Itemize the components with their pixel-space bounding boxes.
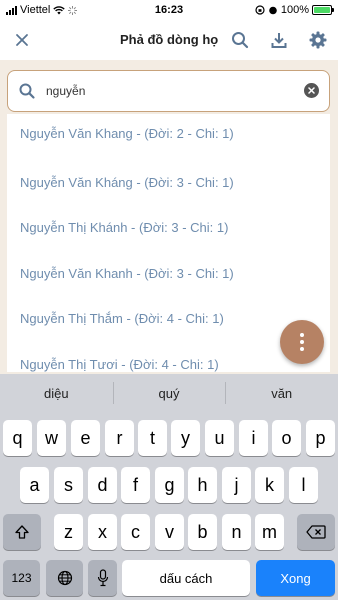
battery-icon: [312, 5, 334, 15]
key-t[interactable]: t: [138, 420, 167, 456]
alarm-icon: [269, 6, 277, 15]
shift-key[interactable]: [3, 514, 41, 550]
loading-icon: [68, 5, 78, 15]
settings-button[interactable]: [307, 29, 329, 51]
key-g[interactable]: g: [155, 467, 184, 503]
download-icon: [271, 33, 287, 48]
globe-key[interactable]: [46, 560, 83, 596]
return-key[interactable]: Xong: [256, 560, 335, 596]
key-w[interactable]: w: [37, 420, 66, 456]
suggestion-item[interactable]: quý: [112, 381, 226, 404]
key-k[interactable]: k: [255, 467, 284, 503]
key-x[interactable]: x: [88, 514, 117, 550]
microphone-icon: [97, 569, 108, 587]
search-input[interactable]: [46, 79, 296, 103]
close-button[interactable]: [12, 30, 32, 50]
key-i[interactable]: i: [239, 420, 268, 456]
search-button[interactable]: [229, 29, 251, 51]
key-v[interactable]: v: [155, 514, 184, 550]
close-icon: [16, 34, 28, 46]
status-right: 100%: [255, 4, 334, 16]
key-s[interactable]: s: [54, 467, 83, 503]
microphone-key[interactable]: [88, 560, 117, 596]
result-item[interactable]: Nguyễn Văn Kháng - (Đời: 3 - Chi: 1): [20, 175, 234, 190]
suggestion-item[interactable]: diệu: [0, 386, 113, 401]
result-item[interactable]: Nguyễn Thị Khánh - (Đời: 3 - Chi: 1): [20, 220, 228, 235]
suggestion-bar: diệu quý văn: [0, 374, 338, 412]
search-icon: [232, 32, 249, 49]
backspace-icon: [306, 525, 326, 539]
backspace-key[interactable]: [297, 514, 335, 550]
key-z[interactable]: z: [54, 514, 83, 550]
battery-percent: 100%: [280, 4, 309, 16]
wifi-icon: [53, 5, 66, 14]
clear-search-button[interactable]: [304, 83, 319, 98]
result-item[interactable]: Nguyễn Văn Khanh - (Đời: 3 - Chi: 1): [20, 266, 234, 281]
download-button[interactable]: [268, 29, 290, 51]
globe-icon: [57, 570, 72, 586]
key-j[interactable]: j: [222, 467, 251, 503]
key-c[interactable]: c: [121, 514, 150, 550]
rotation-lock-icon: [255, 5, 265, 15]
key-h[interactable]: h: [188, 467, 217, 503]
key-d[interactable]: d: [88, 467, 117, 503]
key-y[interactable]: y: [171, 420, 200, 456]
numbers-key[interactable]: 123: [3, 560, 40, 596]
carrier-name: Viettel: [20, 4, 51, 16]
gear-icon: [309, 31, 327, 49]
keyboard: diệu quý văn q w e r t y u i o p a s d f…: [0, 374, 338, 600]
more-vertical-icon: [300, 333, 304, 351]
search-box: [7, 70, 330, 112]
page-title: Phả đồ dòng họ: [120, 32, 219, 47]
key-f[interactable]: f: [121, 467, 150, 503]
key-m[interactable]: m: [255, 514, 284, 550]
key-l[interactable]: l: [289, 467, 318, 503]
key-a[interactable]: a: [20, 467, 49, 503]
suggestion-item[interactable]: văn: [225, 381, 338, 404]
clear-icon: [308, 87, 315, 94]
key-o[interactable]: o: [272, 420, 301, 456]
key-r[interactable]: r: [105, 420, 134, 456]
result-item[interactable]: Nguyễn Thị Thắm - (Đời: 4 - Chi: 1): [20, 311, 224, 326]
key-u[interactable]: u: [205, 420, 234, 456]
key-n[interactable]: n: [222, 514, 251, 550]
space-key[interactable]: dấu cách: [122, 560, 250, 596]
more-options-button[interactable]: [280, 320, 324, 364]
key-e[interactable]: e: [71, 420, 100, 456]
status-bar: Viettel 16:23 100%: [0, 0, 338, 20]
shift-icon: [15, 525, 29, 539]
signal-icon: [6, 5, 17, 15]
app-header: Phả đồ dòng họ: [0, 20, 338, 60]
key-q[interactable]: q: [3, 420, 32, 456]
search-icon: [19, 83, 35, 99]
key-b[interactable]: b: [188, 514, 217, 550]
result-item[interactable]: Nguyễn Văn Khang - (Đời: 2 - Chi: 1): [20, 126, 234, 141]
status-left: Viettel: [6, 4, 78, 16]
key-p[interactable]: p: [306, 420, 335, 456]
result-item[interactable]: Nguyễn Thị Tươi - (Đời: 4 - Chi: 1): [20, 357, 219, 372]
